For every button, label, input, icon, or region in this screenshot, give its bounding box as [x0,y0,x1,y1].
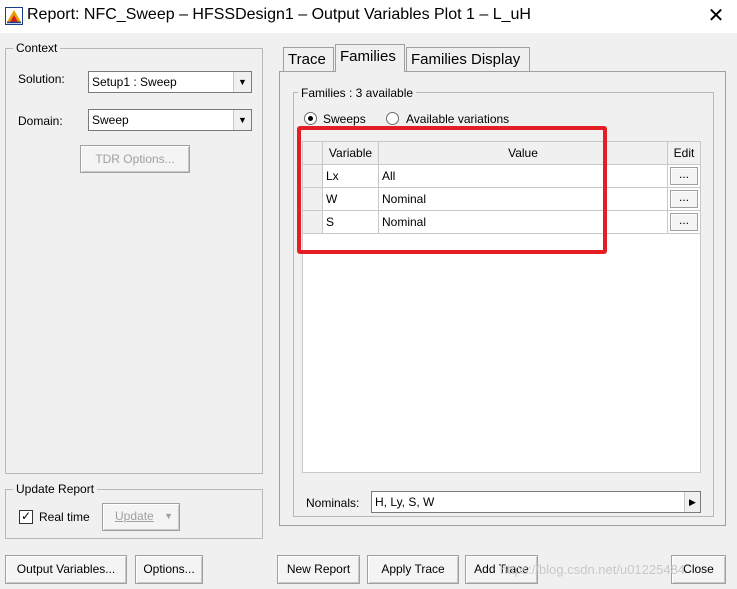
chevron-down-icon[interactable]: ▼ [233,72,251,92]
chevron-down-icon: ▼ [164,511,173,521]
update-report-legend: Update Report [13,482,98,496]
radio-selected-dot [308,116,313,121]
add-trace-button[interactable]: Add Trace [465,555,538,584]
apply-trace-button[interactable]: Apply Trace [367,555,459,584]
close-window-icon[interactable]: ✕ [702,2,730,30]
solution-combobox[interactable]: Setup1 : Sweep ▼ [88,71,252,93]
grid-header-value: Value [379,142,668,165]
table-row-variable: W [323,188,379,211]
table-row-value[interactable]: Nominal [379,211,668,234]
hfss-report-icon [5,7,23,25]
table-row-variable: Lx [323,165,379,188]
table-row-value[interactable]: All [379,165,668,188]
families-grid: Variable Value Edit Lx All ... W Nominal… [302,141,701,473]
new-report-button[interactable]: New Report [277,555,360,584]
solution-label: Solution: [18,72,65,86]
domain-combobox[interactable]: Sweep ▼ [88,109,252,131]
grid-header-variable: Variable [323,142,379,165]
sweeps-radio[interactable] [304,112,317,125]
table-row-selector[interactable] [303,188,323,211]
edit-values-button[interactable]: ... [670,190,698,208]
tab-families[interactable]: Families [335,44,405,72]
edit-values-button[interactable]: ... [670,213,698,231]
table-row-edit-cell: ... [668,165,700,188]
edit-values-button[interactable]: ... [670,167,698,185]
table-row-variable: S [323,211,379,234]
solution-value: Setup1 : Sweep [92,75,177,89]
output-variables-button[interactable]: Output Variables... [5,555,127,584]
realtime-checkbox[interactable]: ✓ [19,510,33,524]
context-legend: Context [13,41,61,55]
grid-row-header-blank [303,142,323,165]
update-button-label: Update [115,509,154,523]
families-legend: Families : 3 available [298,86,417,100]
window-title: Report: NFC_Sweep – HFSSDesign1 – Output… [27,6,531,23]
variations-radio[interactable] [386,112,399,125]
close-button[interactable]: Close [671,555,726,584]
tab-trace[interactable]: Trace [283,47,334,73]
tab-families-display[interactable]: Families Display [406,47,530,73]
nominals-label: Nominals: [306,496,360,510]
table-row-selector[interactable] [303,211,323,234]
table-row-value[interactable]: Nominal [379,188,668,211]
table-row-edit-cell: ... [668,188,700,211]
chevron-right-icon[interactable]: ▶ [684,492,700,512]
checkmark-icon: ✓ [20,509,32,523]
table-row-selector[interactable] [303,165,323,188]
variations-radio-label: Available variations [406,112,510,126]
nominals-value: H, Ly, S, W [375,495,435,509]
update-split-button[interactable]: Update ▼ [102,503,180,531]
title-bar: Report: NFC_Sweep – HFSSDesign1 – Output… [0,0,737,33]
domain-value: Sweep [92,113,129,127]
nominals-field[interactable]: H, Ly, S, W ▶ [371,491,701,513]
tdr-options-button[interactable]: TDR Options... [80,145,190,173]
options-button[interactable]: Options... [135,555,203,584]
domain-label: Domain: [18,114,63,128]
sweeps-radio-label: Sweeps [323,112,366,126]
realtime-label: Real time [39,510,90,524]
grid-header-edit: Edit [668,142,700,165]
chevron-down-icon[interactable]: ▼ [233,110,251,130]
table-row-edit-cell: ... [668,211,700,234]
